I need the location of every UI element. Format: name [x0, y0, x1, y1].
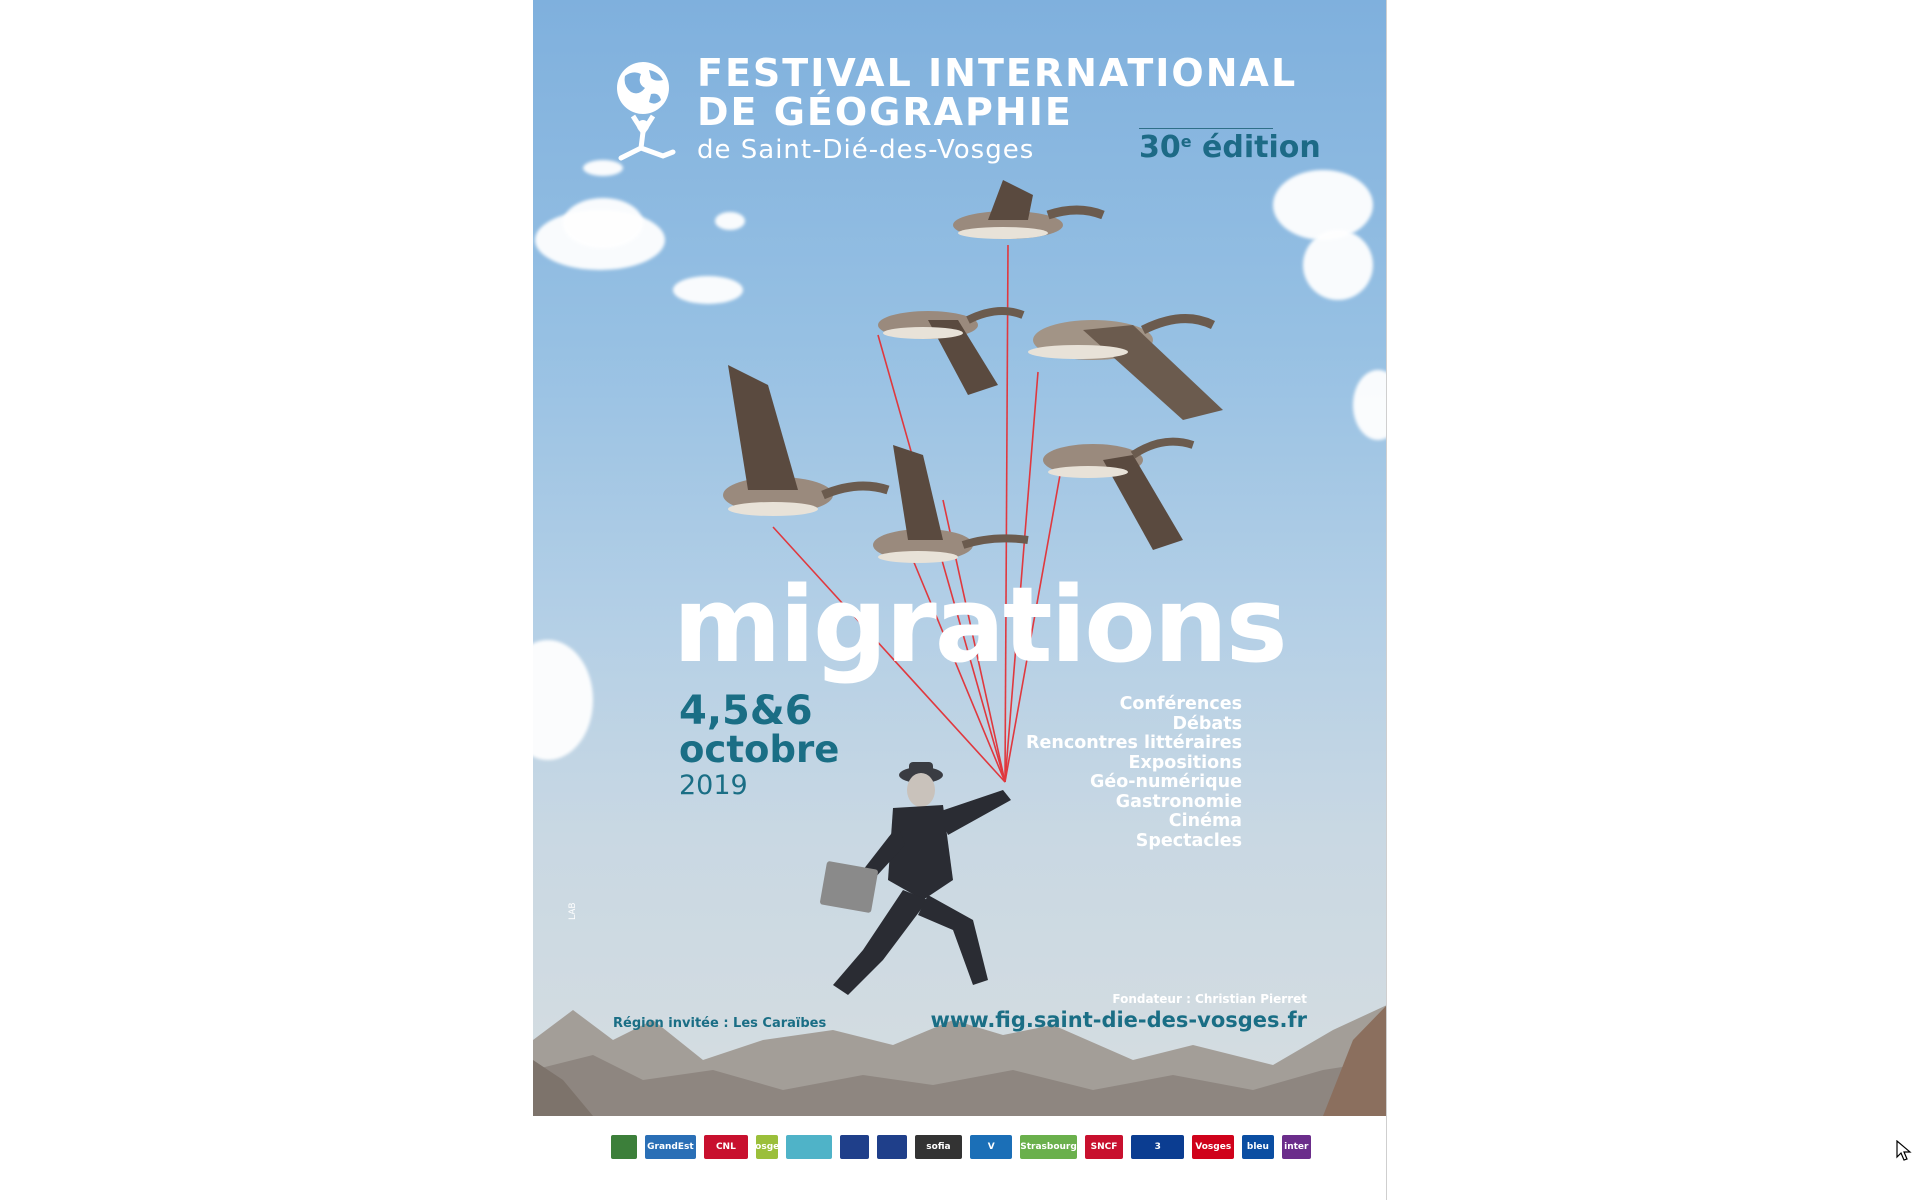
date-month: octobre: [679, 728, 840, 771]
ministry-logo-icon: [839, 1135, 870, 1159]
edition-sup: e: [1180, 132, 1192, 151]
festival-location: de Saint-Dié-des-Vosges: [697, 135, 1035, 165]
agency-logo-icon: [786, 1135, 832, 1159]
activity-item: Gastronomie: [1115, 791, 1242, 812]
sponsor-logo: 3: [1131, 1135, 1185, 1159]
title-line-1: FESTIVAL INTERNATIONAL: [697, 51, 1298, 95]
activity-item: Rencontres littéraires: [1026, 733, 1242, 753]
activity-item: Cinéma: [1168, 811, 1242, 831]
website-link[interactable]: www.fig.saint-die-des-vosges.fr: [930, 1008, 1307, 1032]
side-credit: LAB: [568, 902, 578, 920]
sponsor-logo: SNCF: [1084, 1135, 1124, 1159]
activity-item: Conférences: [1119, 694, 1242, 714]
sponsor-logo: V: [970, 1135, 1013, 1159]
activities-list: Conférences Débats Rencontres littéraire…: [1026, 694, 1242, 851]
illustration: LAB: [533, 180, 1387, 1116]
sponsor-logo: Vosges: [1192, 1135, 1235, 1159]
activity-item: Débats: [1172, 713, 1242, 734]
sponsor-logo: sofia: [914, 1135, 963, 1159]
sponsor-logo: Strasbourg: [1020, 1135, 1077, 1159]
goose: [878, 307, 1025, 395]
sponsor-logo: CNL: [703, 1135, 748, 1159]
ministry-logo-icon: [877, 1135, 907, 1159]
goose: [1043, 437, 1195, 550]
activity-item: Expositions: [1128, 752, 1242, 773]
theme-title: migrations: [673, 564, 1288, 686]
festival-title: FESTIVAL INTERNATIONAL DE GÉOGRAPHIE: [697, 54, 1297, 132]
edition-number: 30: [1139, 130, 1181, 165]
poster-edge: [1386, 0, 1387, 1200]
activity-item: Spectacles: [1135, 830, 1242, 851]
guest-region: Région invitée : Les Caraïbes: [613, 1016, 827, 1031]
goose: [1028, 314, 1223, 420]
festival-poster: LAB FESTIVAL INTERNATIONAL DE GÉOGRAPHIE…: [533, 0, 1387, 1200]
goose: [953, 180, 1105, 239]
title-line-2: DE GÉOGRAPHIE: [697, 90, 1073, 134]
city-crest-icon: [611, 1135, 637, 1159]
edition-label: 30e édition: [1139, 130, 1321, 165]
sponsor-logos: GrandEst CNL vosges sofia V Strasbourg SNCF 3 Vo…: [611, 1130, 1311, 1164]
running-man: [820, 762, 1011, 995]
sponsor-logo: GrandEst: [644, 1135, 696, 1159]
activity-item: Géo-numérique: [1089, 772, 1242, 792]
sponsor-logo: inter: [1281, 1135, 1311, 1159]
globe-atlas-logo-icon: [617, 62, 676, 161]
sponsor-logo: bleu: [1242, 1135, 1274, 1159]
edition-divider: [1139, 128, 1273, 129]
edition-word: édition: [1191, 130, 1321, 165]
mouse-cursor-icon: [1896, 1140, 1912, 1161]
founder-credit: Fondateur : Christian Pierret: [1112, 992, 1307, 1006]
goose: [873, 445, 1029, 563]
goose: [723, 365, 890, 516]
date-year: 2019: [679, 770, 748, 801]
sponsor-logo: vosges: [755, 1135, 779, 1159]
